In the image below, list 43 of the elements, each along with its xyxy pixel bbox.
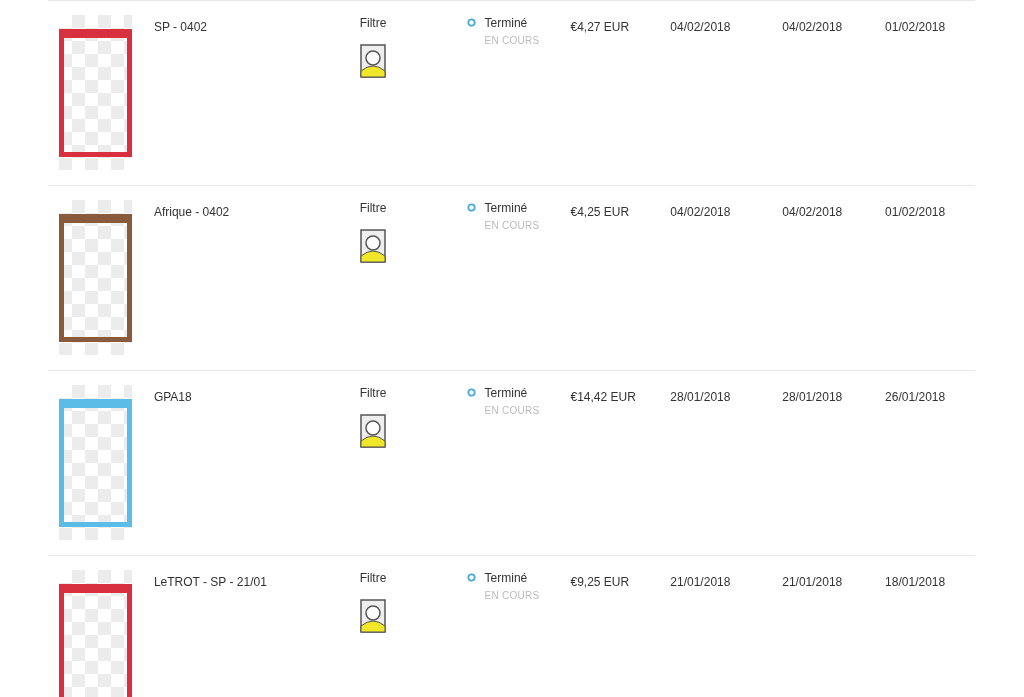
filter-type: Filtre: [359, 200, 388, 217]
date: 04/02/2018: [670, 205, 731, 219]
date: 26/01/2018: [885, 390, 946, 404]
status-subtext: EN COURS: [484, 589, 540, 603]
filter-name: SP - 0402: [153, 20, 208, 34]
price: €4,25 EUR: [570, 205, 630, 219]
filter-person-icon: [359, 44, 386, 78]
filter-thumbnail[interactable]: [59, 15, 132, 170]
filter-thumbnail[interactable]: [59, 385, 132, 540]
status-text: Terminé: [484, 385, 529, 402]
date: 01/02/2018: [885, 205, 946, 219]
status-dot-icon: [466, 573, 476, 582]
price: €14,42 EUR: [570, 390, 636, 404]
date: 04/02/2018: [782, 20, 843, 34]
date: 18/01/2018: [885, 575, 946, 589]
status-subtext: EN COURS: [484, 219, 540, 233]
status-subtext: EN COURS: [484, 34, 540, 48]
filter-type: Filtre: [359, 570, 388, 587]
status-dot-icon: [466, 18, 476, 27]
filter-type: Filtre: [359, 15, 388, 32]
filter-name: Afrique - 0402: [153, 205, 230, 219]
filter-name: LeTROT - SP - 21/01: [153, 575, 267, 589]
date: 21/01/2018: [670, 575, 731, 589]
filter-type: Filtre: [359, 385, 388, 402]
price: €4,27 EUR: [570, 20, 630, 34]
filter-person-icon: [359, 599, 386, 633]
date: 04/02/2018: [782, 205, 843, 219]
filter-thumbnail[interactable]: [59, 200, 132, 355]
status-subtext: EN COURS: [484, 404, 540, 418]
status-text: Terminé: [484, 570, 529, 587]
date: 28/01/2018: [670, 390, 731, 404]
status-text: Terminé: [484, 15, 529, 32]
date: 01/02/2018: [885, 20, 946, 34]
filter-person-icon: [359, 414, 386, 448]
date: 28/01/2018: [782, 390, 843, 404]
price: €9,25 EUR: [570, 575, 630, 589]
status-dot-icon: [466, 203, 476, 212]
filter-name: GPA18: [153, 390, 192, 404]
date: 04/02/2018: [670, 20, 731, 34]
filter-person-icon: [359, 229, 386, 263]
status-text: Terminé: [484, 200, 529, 217]
date: 21/01/2018: [782, 575, 843, 589]
status-dot-icon: [466, 388, 476, 397]
